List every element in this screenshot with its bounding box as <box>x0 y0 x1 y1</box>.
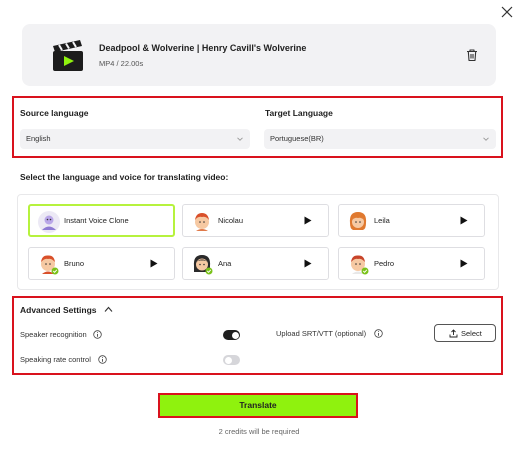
female-avatar-icon <box>193 255 213 275</box>
info-icon[interactable] <box>98 355 107 364</box>
file-title: Deadpool & Wolverine | Henry Cavill's Wo… <box>99 43 307 53</box>
toggle-knob <box>224 356 232 364</box>
play-icon[interactable] <box>304 216 312 225</box>
male-avatar-icon <box>41 255 59 275</box>
trash-icon[interactable] <box>465 48 479 62</box>
voice-name: Pedro <box>374 259 395 268</box>
speaking-rate-toggle[interactable] <box>223 355 240 365</box>
play-icon[interactable] <box>304 259 312 268</box>
advanced-settings-title: Advanced Settings <box>20 305 97 315</box>
upload-select-button[interactable]: Select <box>434 324 496 342</box>
male-avatar-icon <box>195 213 209 231</box>
upload-icon <box>449 329 458 338</box>
info-icon[interactable] <box>93 330 102 339</box>
play-icon[interactable] <box>150 259 158 268</box>
source-language-label: Source language <box>20 108 89 118</box>
chevron-up-icon[interactable] <box>104 306 113 313</box>
voice-name: Nicolau <box>218 216 244 225</box>
speaker-recognition-label: Speaker recognition <box>20 330 87 339</box>
info-icon[interactable] <box>374 329 383 338</box>
speaker-recognition-toggle[interactable] <box>223 330 240 340</box>
file-meta: MP4 / 22.00s <box>99 59 144 68</box>
toggle-knob <box>231 331 239 339</box>
file-card: Deadpool & Wolverine | Henry Cavill's Wo… <box>22 24 496 86</box>
credits-note: 2 credits will be required <box>218 427 300 436</box>
target-language-value: Portuguese(BR) <box>270 134 324 143</box>
male-avatar-icon <box>351 255 369 275</box>
voice-clone-avatar-icon <box>38 211 60 233</box>
voice-name: Instant Voice Clone <box>64 216 129 225</box>
voice-card-nicolau[interactable]: Nicolau <box>182 204 329 237</box>
clapperboard-icon <box>53 40 83 71</box>
voice-name: Bruno <box>64 259 85 268</box>
select-label: Select <box>461 329 482 338</box>
target-language-select[interactable]: Portuguese(BR) <box>264 129 496 149</box>
chevron-down-icon <box>237 137 243 141</box>
source-language-value: English <box>26 134 51 143</box>
voice-name: Ana <box>218 259 232 268</box>
source-language-select[interactable]: English <box>20 129 250 149</box>
speaking-rate-label: Speaking rate control <box>20 355 91 364</box>
target-language-label: Target Language <box>265 108 333 118</box>
voice-card-leila[interactable]: Leila <box>338 204 485 237</box>
play-icon[interactable] <box>460 216 468 225</box>
voice-card-pedro[interactable]: Pedro <box>338 247 485 280</box>
female-avatar-icon <box>349 212 367 230</box>
close-icon[interactable] <box>500 5 514 19</box>
upload-srt-label: Upload SRT/VTT (optional) <box>276 329 367 338</box>
voice-card-ana[interactable]: Ana <box>182 247 329 280</box>
translate-button[interactable]: Translate <box>158 393 358 418</box>
voice-section-heading: Select the language and voice for transl… <box>20 172 229 182</box>
play-icon[interactable] <box>460 259 468 268</box>
chevron-down-icon <box>483 137 489 141</box>
voice-name: Leila <box>374 216 390 225</box>
voice-card-instant-voice-clone[interactable]: Instant Voice Clone <box>28 204 175 237</box>
voice-card-bruno[interactable]: Bruno <box>28 247 175 280</box>
